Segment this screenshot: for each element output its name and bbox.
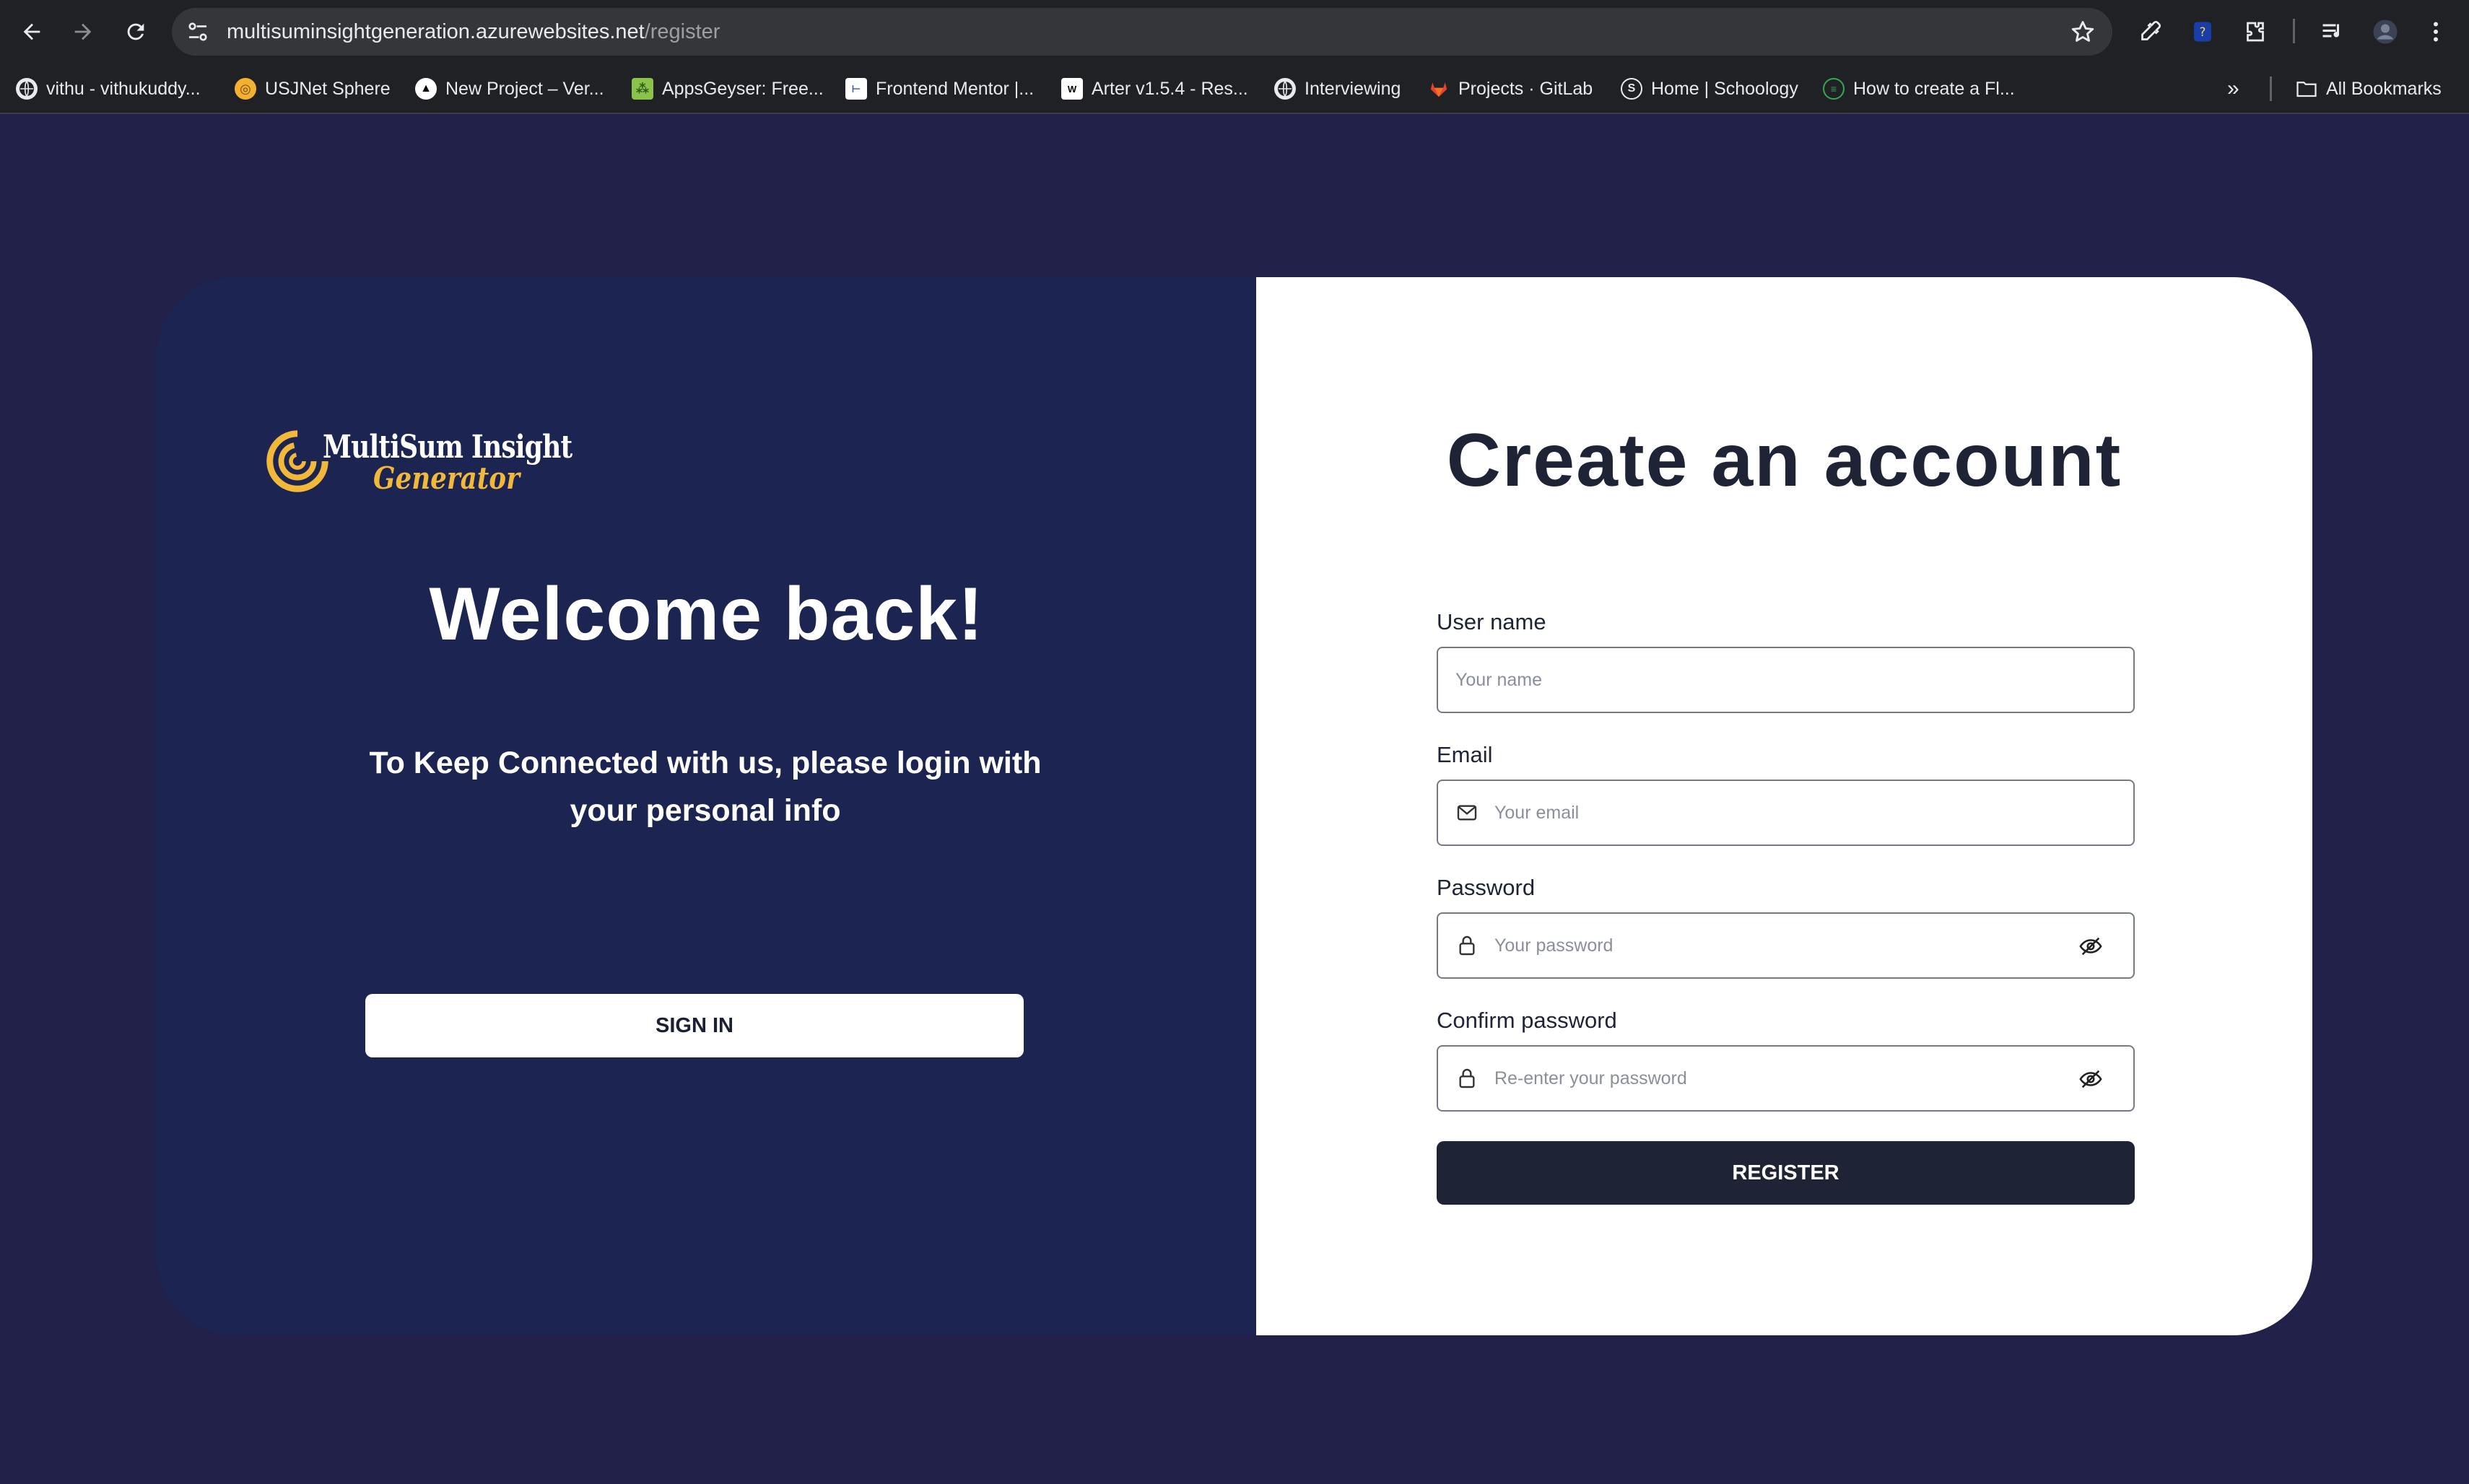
username-input[interactable]: Your name [1437,647,2135,713]
reload-icon [127,23,144,40]
bookmark-item[interactable]: W Arter v1.5.4 - Res... [1061,64,1248,114]
bookmark-label: Projects · GitLab [1458,78,1593,99]
browser-menu-icon[interactable] [2418,14,2453,49]
bookmark-item[interactable]: ⁂ AppsGeyser: Free... [632,64,824,114]
confirm-password-placeholder: Re-enter your password [1494,1068,1687,1088]
address-bar[interactable]: multisuminsightgeneration.azurewebsites.… [172,8,2112,56]
bookmark-label: New Project – Ver... [445,78,604,99]
bookmarks-overflow-icon[interactable]: » [2227,64,2239,114]
password-placeholder: Your password [1494,935,1614,956]
svg-text:?: ? [2200,25,2206,39]
confirm-password-input[interactable]: Re-enter your password [1437,1045,2135,1112]
site-icon: ≡ [1823,78,1845,100]
password-label: Password [1437,875,1536,900]
toolbar-divider [2293,19,2295,43]
bookmark-label: vithu - vithukuddy... [46,78,201,99]
envelope-icon [1457,805,1477,821]
media-controls-icon[interactable] [2315,14,2350,49]
welcome-panel: MultiSum Insight Generator Welcome back!… [157,277,1256,1335]
url-host: multisuminsightgeneration.azurewebsites.… [227,20,645,43]
arter-icon: W [1061,78,1083,100]
welcome-heading: Welcome back! [429,572,984,656]
eye-off-icon[interactable] [2078,934,2103,959]
password-input[interactable]: Your password [1437,912,2135,979]
username-placeholder: Your name [1455,670,1542,690]
bookmark-item[interactable]: vithu - vithukuddy... [16,64,201,114]
logo-text-line2: Generator [373,461,520,496]
browser-toolbar: multisuminsightgeneration.azurewebsites.… [0,0,2469,64]
bookmark-label: Frontend Mentor |... [876,78,1035,99]
all-bookmarks-label: All Bookmarks [2326,78,2442,99]
bookmark-label: USJNet Sphere [265,78,391,99]
eye-off-icon[interactable] [2078,1067,2103,1091]
reload-button[interactable] [116,12,156,52]
auth-card: MultiSum Insight Generator Welcome back!… [157,277,2312,1335]
eyedropper-extension-icon[interactable] [2133,14,2167,49]
register-button[interactable]: REGISTER [1437,1141,2135,1205]
all-bookmarks-folder[interactable]: All Bookmarks [2296,64,2442,114]
page-title: Create an account [1446,419,2122,502]
bookmark-item[interactable]: ◎ USJNet Sphere [235,64,391,114]
forward-button[interactable] [63,12,103,52]
email-placeholder: Your email [1494,803,1580,823]
bookmark-star-icon[interactable] [2069,18,2096,45]
bookmark-label: How to create a Fl... [1853,78,2015,99]
globe-icon [16,78,38,100]
usj-icon: ◎ [235,78,256,100]
back-arrow-icon [23,23,40,40]
extensions-puzzle-icon[interactable] [2238,14,2273,49]
username-label: User name [1437,609,1546,634]
lock-icon [1459,1068,1475,1088]
app-logo: MultiSum Insight Generator [265,429,583,501]
bookmark-label: AppsGeyser: Free... [662,78,824,99]
url-path: /register [644,20,720,43]
confirm-password-label: Confirm password [1437,1008,1617,1033]
email-input[interactable]: Your email [1437,780,2135,846]
sign-in-button[interactable]: SIGN IN [365,994,1024,1057]
email-label: Email [1437,742,1493,767]
profile-avatar-icon[interactable] [2368,14,2403,49]
lock-icon [1459,935,1475,956]
bookmark-label: Home | Schoology [1651,78,1798,99]
bookmark-item[interactable]: ⊢ Frontend Mentor |... [845,64,1034,114]
bookmark-label: Arter v1.5.4 - Res... [1092,78,1248,99]
register-panel: Create an account User name Your name Em… [1256,277,2312,1335]
vercel-icon: ▲ [415,78,437,100]
site-settings-icon[interactable] [185,19,211,45]
logo-swirl-icon [266,430,328,492]
schoology-icon: S [1621,78,1642,100]
welcome-subtext: To Keep Connected with us, please login … [369,746,1042,828]
globe-icon [1274,78,1296,100]
bookmark-item[interactable]: ≡ How to create a Fl... [1823,64,2015,114]
bookmarks-bar: vithu - vithukuddy... ◎ USJNet Sphere ▲ … [0,64,2469,114]
appsgeyser-icon: ⁂ [632,78,653,100]
bookmark-item[interactable]: Interviewing [1274,64,1401,114]
bookmark-label: Interviewing [1305,78,1401,99]
frontend-mentor-icon: ⊢ [845,78,867,100]
forward-arrow-icon [74,23,92,40]
bookmark-item[interactable]: ▲ New Project – Ver... [415,64,604,114]
url-text[interactable]: multisuminsightgeneration.azurewebsites.… [227,8,720,56]
bookmark-item[interactable]: Projects · GitLab [1428,64,1593,114]
gitlab-icon [1428,78,1450,100]
folder-icon [2296,78,2317,100]
back-button[interactable] [12,12,52,52]
bookmarks-divider [2270,77,2272,101]
bookmark-item[interactable]: S Home | Schoology [1621,64,1798,114]
extension-blue-icon[interactable]: ? [2185,14,2220,49]
